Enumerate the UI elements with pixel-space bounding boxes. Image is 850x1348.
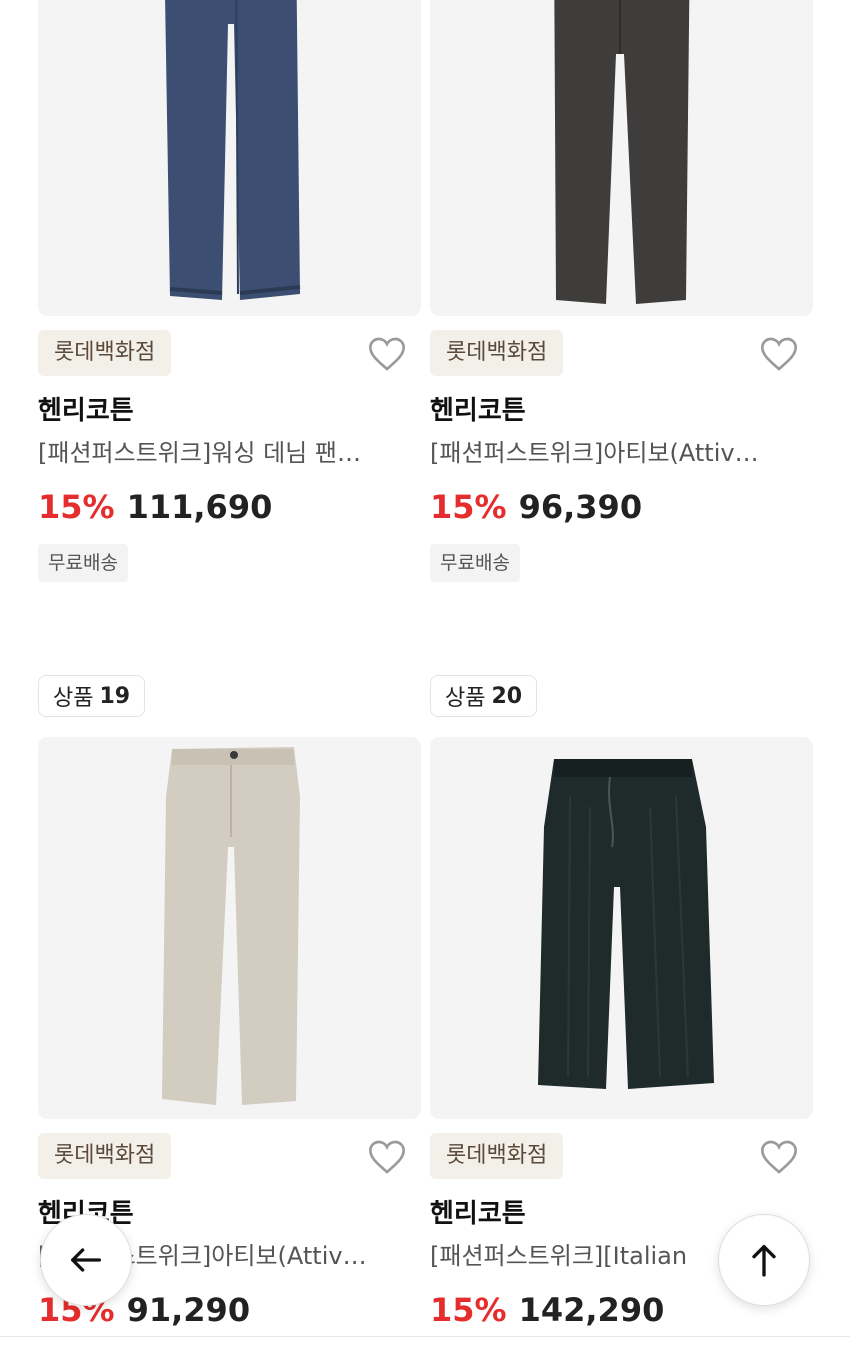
discount-rate: 15%: [38, 488, 115, 526]
free-shipping-badge: 무료배송: [430, 544, 520, 582]
rank-label: 상품: [53, 686, 94, 711]
rank-badge: 상품 20: [430, 675, 538, 717]
heart-outline-icon[interactable]: [367, 1137, 407, 1177]
free-shipping-badge: 무료배송: [38, 544, 128, 582]
product-info: 롯데백화점 헨리코튼 [패션퍼스트위크]아티보(Attiv… 15% 96,39…: [430, 330, 813, 582]
product-image[interactable]: [38, 737, 421, 1119]
store-tag: 롯데백화점: [38, 1133, 172, 1179]
arrow-left-icon: [71, 1248, 102, 1272]
store-tag: 롯데백화점: [430, 330, 564, 376]
price: 96,390: [518, 488, 643, 526]
brand-name: 헨리코튼: [38, 396, 134, 426]
product-image[interactable]: [430, 737, 813, 1119]
product-title[interactable]: [패션퍼스트위크]워싱 데님 팬…: [38, 433, 408, 468]
jeans-image: [38, 0, 421, 316]
price: 142,290: [518, 1291, 665, 1329]
store-tag: 롯데백화점: [38, 330, 172, 376]
heart-outline-icon[interactable]: [759, 334, 799, 374]
pants-image: [430, 0, 813, 316]
rank-number: 20: [491, 683, 523, 709]
rank-label: 상품: [445, 686, 486, 711]
discount-rate: 15%: [430, 488, 507, 526]
price: 91,290: [126, 1291, 251, 1329]
discount-rate: 15%: [430, 1291, 507, 1329]
heart-outline-icon[interactable]: [367, 334, 407, 374]
rank-number: 19: [99, 683, 131, 709]
product-list-page: 롯데백화점 헨리코튼 [패션퍼스트위크]워싱 데님 팬… 15% 111,690…: [0, 0, 850, 1348]
brand-name: 헨리코튼: [430, 396, 526, 426]
chino-image: [38, 737, 421, 1119]
wide-pants-image: [430, 737, 813, 1119]
scroll-top-button[interactable]: [718, 1214, 810, 1306]
rank-badge: 상품 19: [38, 675, 146, 717]
heart-outline-icon[interactable]: [759, 1137, 799, 1177]
back-button[interactable]: [40, 1214, 132, 1306]
bottom-divider: [0, 1336, 850, 1337]
product-image[interactable]: [38, 0, 421, 316]
store-tag: 롯데백화점: [430, 1133, 564, 1179]
price-row: 15% 96,390: [430, 488, 813, 526]
arrow-up-icon: [752, 1245, 776, 1277]
product-info: 롯데백화점 헨리코튼 [패션퍼스트위크]워싱 데님 팬… 15% 111,690…: [38, 330, 421, 582]
price: 111,690: [126, 488, 273, 526]
price-row: 15% 111,690: [38, 488, 421, 526]
product-image[interactable]: [430, 0, 813, 316]
product-title[interactable]: [패션퍼스트위크]아티보(Attiv…: [430, 433, 800, 468]
